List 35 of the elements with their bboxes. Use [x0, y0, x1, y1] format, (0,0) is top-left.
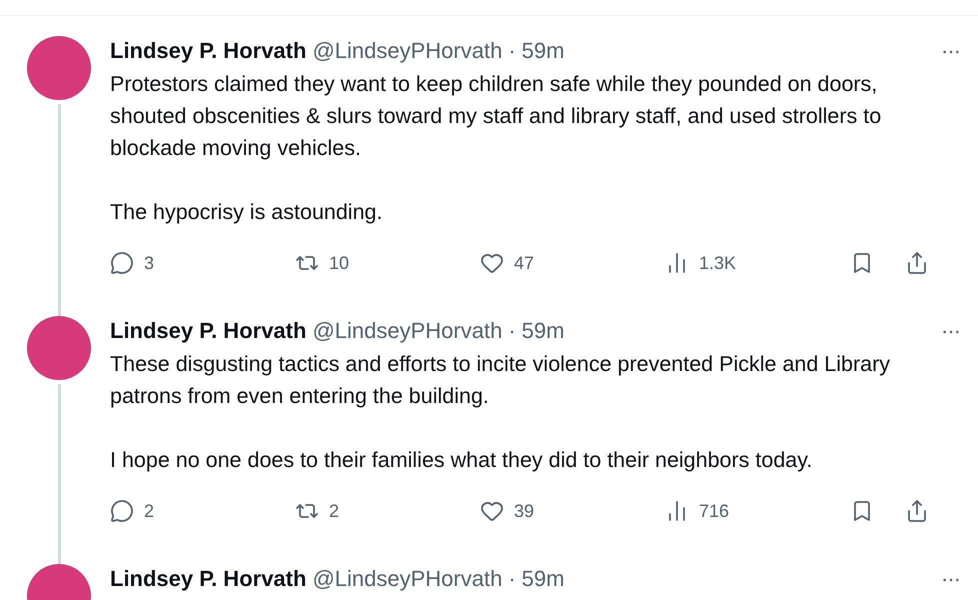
- reply-button[interactable]: 3: [110, 251, 154, 275]
- more-button[interactable]: ···: [941, 38, 960, 64]
- post-time[interactable]: 59m: [522, 318, 564, 344]
- author-name[interactable]: Lindsey P. Horvath: [110, 38, 306, 64]
- post-text: Protestors claimed they want to keep children safe while they pounded on doors, shouted obscenities & slurs toward my staff and library staff, and used strollers to blockade moving vehicles.: [110, 71, 882, 162]
- heart-icon: [480, 251, 504, 275]
- separator-dot: ·: [508, 566, 516, 592]
- reply-button[interactable]: 2: [110, 499, 154, 523]
- post-time[interactable]: 59m: [522, 38, 564, 64]
- author-handle[interactable]: @LindseyPHorvath: [312, 318, 502, 344]
- share-button[interactable]: [905, 251, 929, 275]
- share-button[interactable]: [905, 499, 929, 523]
- author-name[interactable]: Lindsey P. Horvath: [110, 566, 306, 592]
- post-text: These disgusting tactics and efforts to incite violence prevented Pickle and Library patrons from even entering the building.: [110, 351, 892, 410]
- more-button[interactable]: ···: [941, 566, 960, 592]
- post-text: The hypocrisy is astounding.: [110, 199, 384, 226]
- author-handle[interactable]: @LindseyPHorvath: [312, 566, 502, 592]
- views-button[interactable]: 1.3K: [665, 251, 736, 275]
- speech-bubble-icon: [110, 499, 134, 523]
- separator-dot: ·: [508, 38, 516, 64]
- like-button[interactable]: 47: [480, 251, 534, 275]
- author-name[interactable]: Lindsey P. Horvath: [110, 318, 306, 344]
- share-icon: [905, 251, 929, 275]
- like-button[interactable]: 39: [480, 499, 534, 523]
- speech-bubble-icon: [110, 251, 134, 275]
- repost-button[interactable]: 2: [295, 499, 340, 523]
- separator-dot: ·: [508, 318, 516, 344]
- post-text: I hope no one does to their families what they did to their neighbors today.: [110, 447, 814, 474]
- share-icon: [905, 499, 929, 523]
- author-handle[interactable]: @LindseyPHorvath: [312, 38, 502, 64]
- views-button[interactable]: 716: [665, 499, 730, 523]
- heart-icon: [480, 499, 504, 523]
- repost-button[interactable]: 10: [295, 251, 350, 275]
- more-button[interactable]: ···: [941, 318, 960, 344]
- post-time[interactable]: 59m: [522, 566, 564, 592]
